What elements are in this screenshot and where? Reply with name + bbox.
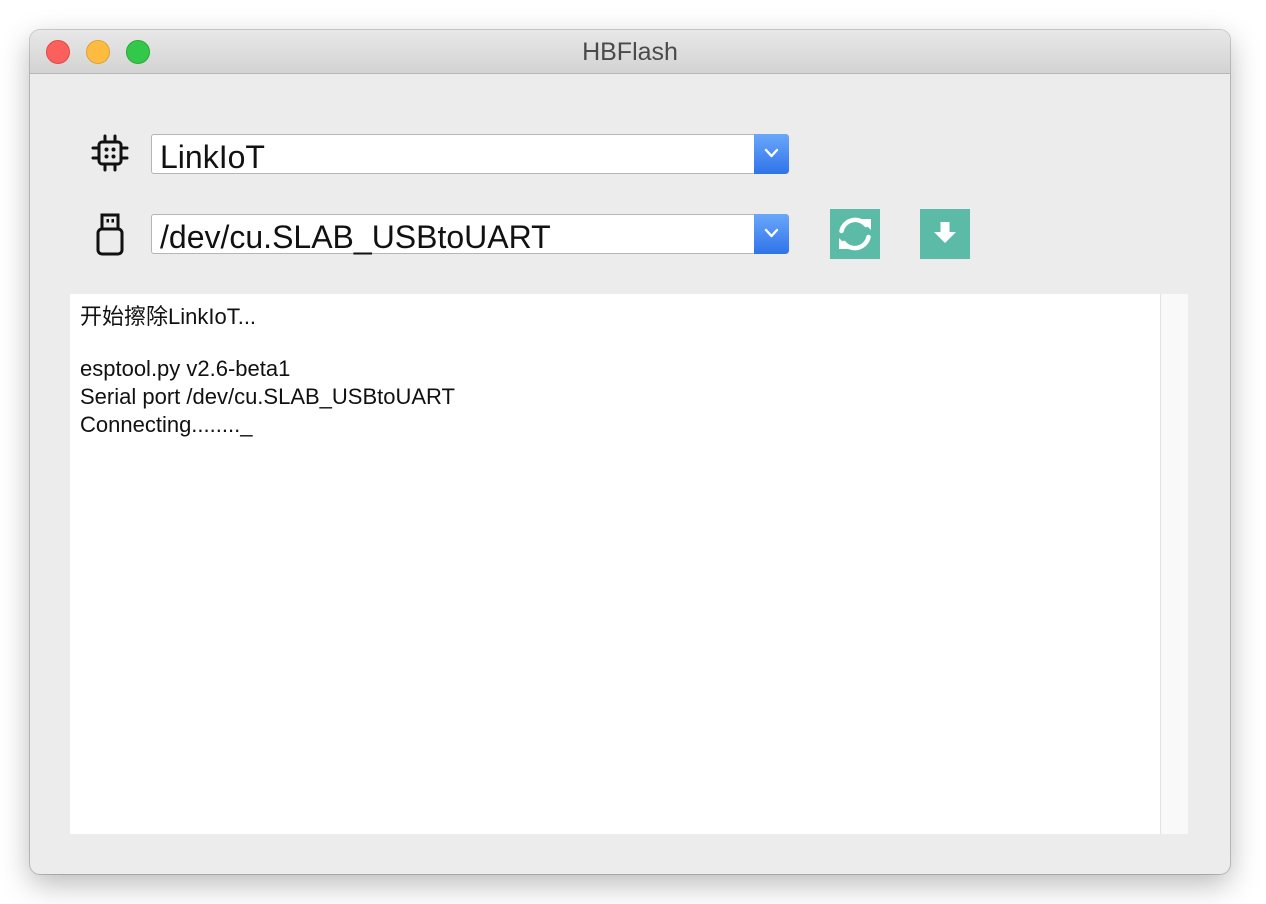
device-select-value: LinkIoT xyxy=(160,139,265,175)
log-output[interactable]: 开始擦除LinkIoT... esptool.py v2.6-beta1 Ser… xyxy=(70,294,1160,834)
chip-icon xyxy=(90,133,130,173)
usb-drive-icon xyxy=(90,213,130,256)
log-scrollbar[interactable] xyxy=(1160,294,1188,834)
log-line: 开始擦除LinkIoT... xyxy=(80,304,257,329)
app-window: HBFlash LinkIoT /dev/cu.SLAB_USBtoUART 开… xyxy=(30,30,1230,874)
chevron-down-icon[interactable] xyxy=(754,214,789,254)
log-line: Serial port /dev/cu.SLAB_USBtoUART xyxy=(80,384,455,409)
device-select[interactable]: LinkIoT xyxy=(151,134,789,175)
flash-download-button[interactable] xyxy=(920,209,970,259)
log-line: Connecting........_ xyxy=(80,412,253,437)
port-select[interactable]: /dev/cu.SLAB_USBtoUART xyxy=(151,214,789,255)
port-select-value: /dev/cu.SLAB_USBtoUART xyxy=(160,219,551,255)
title-bar: HBFlash xyxy=(30,30,1230,74)
log-line: esptool.py v2.6-beta1 xyxy=(80,356,291,381)
window-title: HBFlash xyxy=(582,38,678,66)
refresh-icon xyxy=(839,217,871,251)
download-arrow-icon xyxy=(934,222,956,243)
desktop: HBFlash LinkIoT /dev/cu.SLAB_USBtoUART 开… xyxy=(0,0,1266,904)
chevron-down-icon[interactable] xyxy=(754,134,789,174)
refresh-button[interactable] xyxy=(830,209,880,259)
